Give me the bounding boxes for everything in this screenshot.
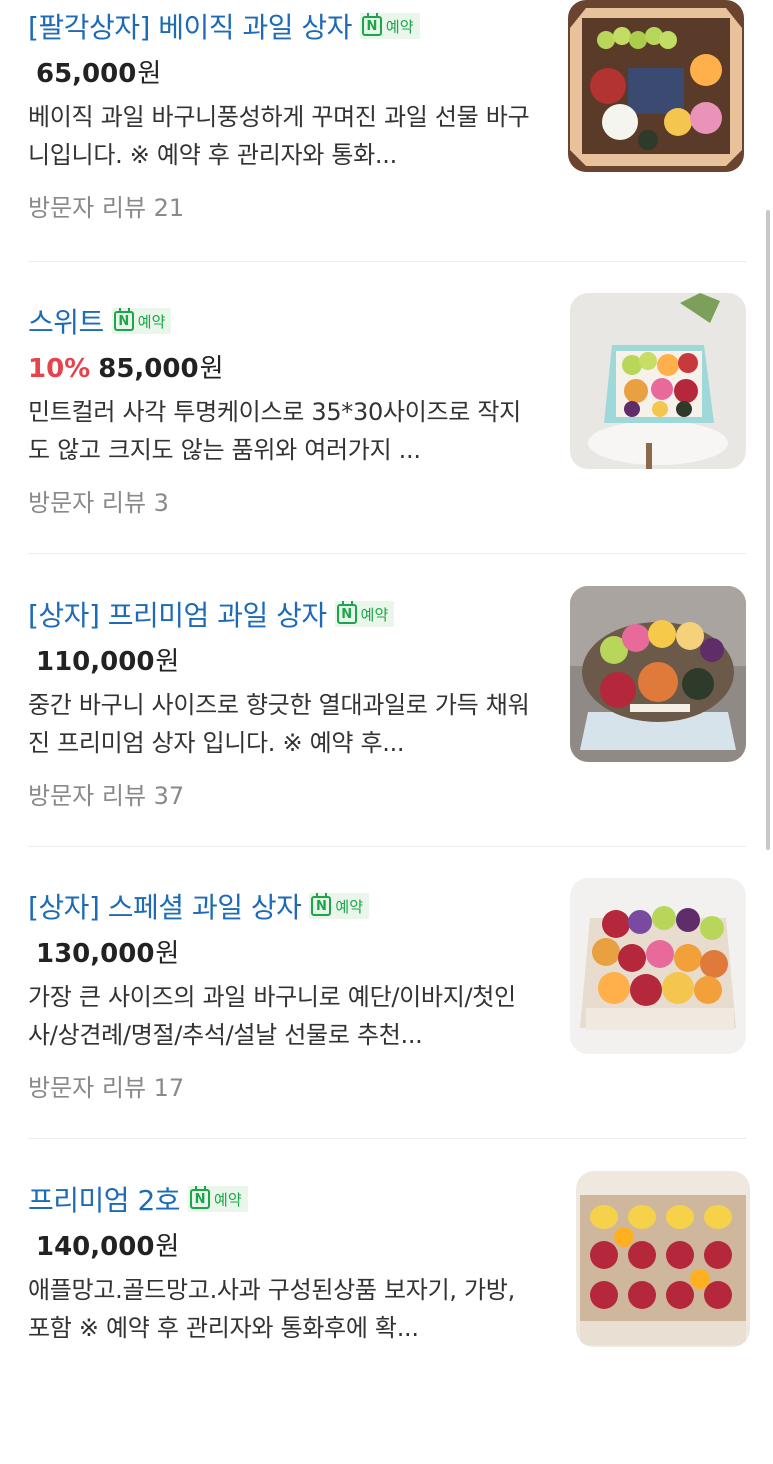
naver-reservation-icon: N bbox=[190, 1186, 211, 1209]
price-unit: 원 bbox=[155, 1232, 180, 1262]
item-title-link[interactable]: [팔각상자] 베이직 과일 상자 bbox=[28, 6, 352, 46]
price-amount: 85,000 bbox=[98, 354, 199, 384]
price-unit: 원 bbox=[155, 647, 180, 677]
item-price: 10% 85,000원 bbox=[28, 348, 224, 385]
item-description: 애플망고.골드망고.사과 구성된상품 보자기, 가방,포함 ※ 예약 후 관리자… bbox=[28, 1276, 515, 1342]
badge-label: 예약 bbox=[360, 605, 389, 624]
item-description: 가장 큰 사이즈의 과일 바구니로 예단/이바지/첫인사/상견례/명절/추석/설… bbox=[28, 983, 516, 1049]
scrollbar[interactable] bbox=[766, 210, 770, 850]
item-title-link[interactable]: [상자] 프리미엄 과일 상자 bbox=[28, 594, 327, 634]
reservation-badge: N 예약 bbox=[111, 308, 172, 334]
item-price: 65,000원 bbox=[28, 53, 161, 90]
item-title-row: 스위트 N 예약 bbox=[28, 301, 172, 341]
naver-reservation-icon: N bbox=[336, 601, 357, 624]
badge-label: 예약 bbox=[335, 897, 363, 916]
list-item[interactable]: [팔각상자] 베이직 과일 상자 N 예약 65,000원 베이직 과일 바구니… bbox=[0, 0, 773, 291]
item-title-row: [팔각상자] 베이직 과일 상자 N 예약 bbox=[28, 6, 420, 46]
item-price: 110,000원 bbox=[28, 641, 179, 678]
visitor-review-count[interactable]: 방문자 리뷰 17 bbox=[28, 1068, 184, 1103]
reservation-badge: N 예약 bbox=[188, 1186, 248, 1212]
item-title-row: [상자] 프리미엄 과일 상자 N 예약 bbox=[28, 594, 395, 634]
badge-label: 예약 bbox=[214, 1190, 242, 1209]
item-title-row: [상자] 스페셜 과일 상자 N 예약 bbox=[28, 886, 369, 926]
visitor-review-count[interactable]: 방문자 리뷰 21 bbox=[28, 188, 184, 223]
price-amount: 65,000 bbox=[36, 59, 137, 89]
product-thumbnail[interactable] bbox=[570, 586, 746, 762]
list-item[interactable]: [상자] 스페셜 과일 상자 N 예약 130,000원 가장 큰 사이즈의 과… bbox=[0, 878, 773, 1171]
item-description: 중간 바구니 사이즈로 향긋한 열대과일로 가득 채워진 프리미엄 상자 입니다… bbox=[28, 691, 530, 757]
item-description: 민트컬러 사각 투명케이스로 35*30사이즈로 작지도 않고 크지도 않는 품… bbox=[28, 398, 521, 464]
naver-reservation-icon: N bbox=[113, 308, 134, 331]
badge-label: 예약 bbox=[385, 17, 414, 36]
price-amount: 110,000 bbox=[36, 647, 155, 677]
item-divider bbox=[28, 1138, 746, 1139]
reservation-badge: N 예약 bbox=[309, 893, 369, 919]
price-amount: 130,000 bbox=[36, 939, 155, 969]
list-item[interactable]: [상자] 프리미엄 과일 상자 N 예약 110,000원 중간 바구니 사이즈… bbox=[0, 586, 773, 879]
visitor-review-count[interactable]: 방문자 리뷰 37 bbox=[28, 776, 184, 811]
badge-label: 예약 bbox=[137, 312, 166, 331]
price-unit: 원 bbox=[199, 354, 224, 384]
naver-reservation-icon: N bbox=[361, 13, 382, 36]
price-unit: 원 bbox=[155, 939, 180, 969]
reservation-badge: N 예약 bbox=[334, 601, 395, 627]
list-item[interactable]: 프리미엄 2호 N 예약 140,000원 애플망고.골드망고.사과 구성된상품… bbox=[0, 1171, 773, 1464]
item-title-link[interactable]: 프리미엄 2호 bbox=[28, 1179, 181, 1219]
price-amount: 140,000 bbox=[36, 1232, 155, 1262]
naver-reservation-icon: N bbox=[311, 893, 332, 916]
visitor-review-count[interactable]: 방문자 리뷰 3 bbox=[28, 483, 169, 518]
reservation-badge: N 예약 bbox=[359, 13, 420, 39]
item-price: 140,000원 bbox=[28, 1226, 179, 1263]
price-unit: 원 bbox=[137, 59, 162, 89]
item-divider bbox=[28, 846, 746, 847]
discount-rate: 10% bbox=[28, 354, 91, 384]
item-price: 130,000원 bbox=[28, 933, 179, 970]
product-thumbnail[interactable] bbox=[570, 293, 746, 469]
list-item[interactable]: 스위트 N 예약 10% 85,000원 민트컬러 사각 투명케이스로 35*30… bbox=[0, 293, 773, 586]
item-title-row: 프리미엄 2호 N 예약 bbox=[28, 1179, 248, 1219]
item-title-link[interactable]: [상자] 스페셜 과일 상자 bbox=[28, 886, 302, 926]
product-thumbnail[interactable] bbox=[570, 878, 746, 1054]
item-divider bbox=[28, 261, 746, 262]
product-thumbnail[interactable] bbox=[576, 1171, 750, 1347]
item-divider bbox=[28, 553, 746, 554]
product-thumbnail[interactable] bbox=[568, 0, 744, 172]
item-description: 베이직 과일 바구니풍성하게 꾸며진 과일 선물 바구니입니다. ※ 예약 후 … bbox=[28, 103, 530, 169]
item-title-link[interactable]: 스위트 bbox=[28, 301, 104, 341]
